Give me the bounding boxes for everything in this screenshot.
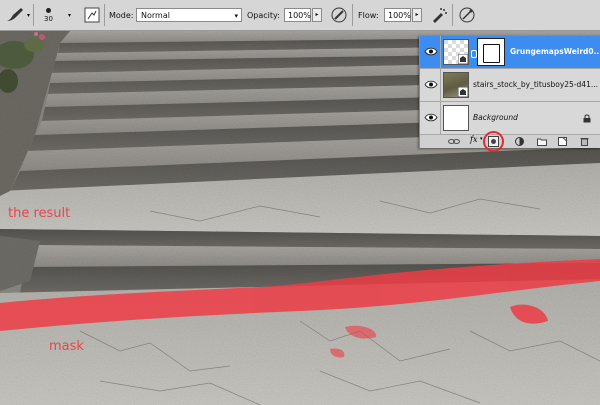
layer-link-icon	[471, 50, 477, 58]
divider	[440, 69, 441, 102]
brush-dot-icon	[45, 7, 51, 13]
annotation-the-result: the result	[8, 206, 71, 221]
mode-value: Normal	[141, 11, 170, 20]
brush-preset-picker[interactable]: 30	[44, 0, 53, 30]
flow-slider-arrow[interactable]: ▸	[412, 8, 422, 22]
toolbar-divider	[452, 4, 453, 26]
brush-preset-dropdown-arrow[interactable]: ▾	[68, 0, 71, 30]
divider	[440, 36, 441, 69]
trash-icon[interactable]	[580, 137, 589, 146]
brush-tool-icon[interactable]: ▾	[4, 0, 30, 30]
layers-panel-footer: fx ▾	[420, 131, 600, 152]
chevron-down-icon: ▾	[234, 12, 238, 20]
lock-icon	[583, 114, 591, 123]
folder-icon[interactable]	[537, 137, 547, 146]
toolbar-divider	[352, 4, 353, 26]
layer-mask-thumbnail[interactable]	[477, 38, 505, 66]
layer-style-fx-icon[interactable]: fx	[470, 135, 477, 144]
flow-label: Flow:	[358, 10, 379, 20]
eye-visibility-icon[interactable]	[424, 80, 438, 89]
opacity-slider-arrow[interactable]: ▸	[312, 8, 322, 22]
layer-thumbnail	[443, 105, 469, 131]
size-pressure-button[interactable]	[458, 0, 476, 30]
layers-panel: GrungemapsWeird0... stairs_stock_by_titu…	[419, 35, 600, 152]
opacity-value: 100%	[284, 8, 311, 22]
brush-size-value: 30	[44, 14, 53, 23]
toolbar-divider	[104, 4, 105, 26]
toolbar-divider	[33, 4, 34, 26]
brush-panel-toggle[interactable]	[84, 0, 100, 30]
adjustment-layer-icon[interactable]	[515, 137, 524, 146]
smart-object-icon	[458, 54, 468, 64]
flow-value: 100%	[384, 8, 411, 22]
layer-row-background[interactable]: Background	[420, 102, 600, 135]
layer-row-grungemaps[interactable]: GrungemapsWeird0...	[420, 36, 600, 69]
layer-row-stairs-stock[interactable]: stairs_stock_by_titusboy25-d41...	[420, 69, 600, 102]
options-bar: ▾ 30 ▾ Mode: Normal ▾ Opacity: 100% ▸ Fl…	[0, 0, 600, 31]
annotation-mask: mask	[49, 339, 84, 354]
divider	[440, 102, 441, 135]
flow-input[interactable]: 100% ▸	[384, 0, 422, 30]
pen-pressure-icon	[331, 7, 347, 23]
link-layers-icon[interactable]	[448, 137, 460, 146]
eye-visibility-icon[interactable]	[424, 47, 438, 56]
highlight-circle	[483, 131, 504, 152]
new-layer-icon[interactable]	[558, 137, 567, 146]
layer-name: stairs_stock_by_titusboy25-d41...	[473, 80, 598, 89]
layer-thumbnail	[443, 72, 469, 98]
airbrush-button[interactable]	[430, 0, 448, 30]
layer-name: GrungemapsWeird0...	[510, 47, 600, 56]
layer-thumbnail	[443, 39, 469, 65]
brush-panel-icon	[84, 7, 100, 23]
opacity-label: Opacity:	[247, 10, 280, 20]
airbrush-icon	[433, 8, 447, 23]
layer-name: Background	[473, 113, 518, 122]
smart-object-icon	[458, 87, 468, 97]
opacity-input[interactable]: 100% ▸	[284, 0, 322, 30]
mode-select[interactable]: Normal ▾	[136, 0, 242, 30]
opacity-pressure-button[interactable]	[330, 0, 348, 30]
size-pressure-icon	[459, 7, 475, 23]
mode-label: Mode:	[109, 10, 134, 20]
eye-visibility-icon[interactable]	[424, 113, 438, 122]
